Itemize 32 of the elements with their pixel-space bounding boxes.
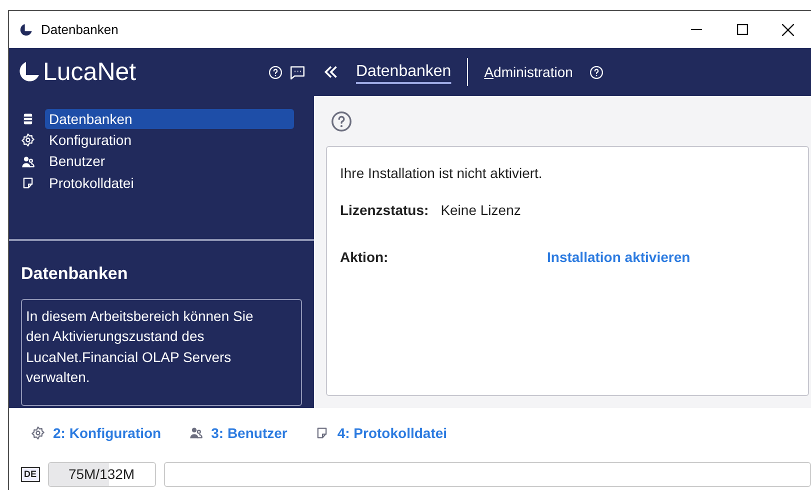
collapse-icon[interactable] xyxy=(322,63,340,81)
gear-icon xyxy=(31,426,45,440)
chat-icon[interactable] xyxy=(289,64,306,80)
shortcut-link[interactable]: 2: Konfiguration xyxy=(31,422,162,444)
language-badge: DE xyxy=(21,466,40,482)
shortcut-link[interactable]: 3: Benutzer xyxy=(189,422,288,444)
close-icon xyxy=(782,24,794,36)
sidebar-item[interactable]: Konfiguration xyxy=(21,130,294,151)
app-logo-icon xyxy=(19,22,33,36)
brand-logo: LucaNet xyxy=(43,60,136,84)
sidebar-item[interactable]: Protokolldatei xyxy=(21,172,294,194)
info-panel: In diesem Arbeitsbereich können Sie den Aktivierungszustand des LucaNet.Financial OLAP Servers verwalten. xyxy=(21,298,302,406)
logo-icon xyxy=(17,60,41,84)
breadcrumb-tab[interactable]: Datenbanken xyxy=(356,60,452,84)
activate-link[interactable]: Installation aktivieren xyxy=(547,247,690,268)
sidebar-item[interactable]: Benutzer xyxy=(21,151,294,172)
memory-reading: 75M/132M xyxy=(67,464,136,484)
shortcut-link[interactable]: 4: Protokolldatei xyxy=(315,422,448,444)
action-label: Aktion: xyxy=(340,248,390,267)
users-icon xyxy=(21,154,35,169)
maximize-icon xyxy=(736,24,748,35)
window-title: Datenbanken xyxy=(41,20,118,39)
license-status-label: Lizenzstatus: xyxy=(340,201,429,220)
status-message: Ihre Installation ist nicht aktiviert. xyxy=(340,164,544,183)
info-title: Datenbanken xyxy=(21,263,129,285)
note-icon xyxy=(315,426,330,440)
note-icon xyxy=(21,176,35,190)
license-status-value: Keine Lizenz xyxy=(440,201,521,220)
breadcrumb-tab[interactable]: Administration xyxy=(484,62,573,82)
gear-icon xyxy=(21,133,35,148)
database-icon xyxy=(21,112,35,126)
users-icon xyxy=(189,426,204,440)
